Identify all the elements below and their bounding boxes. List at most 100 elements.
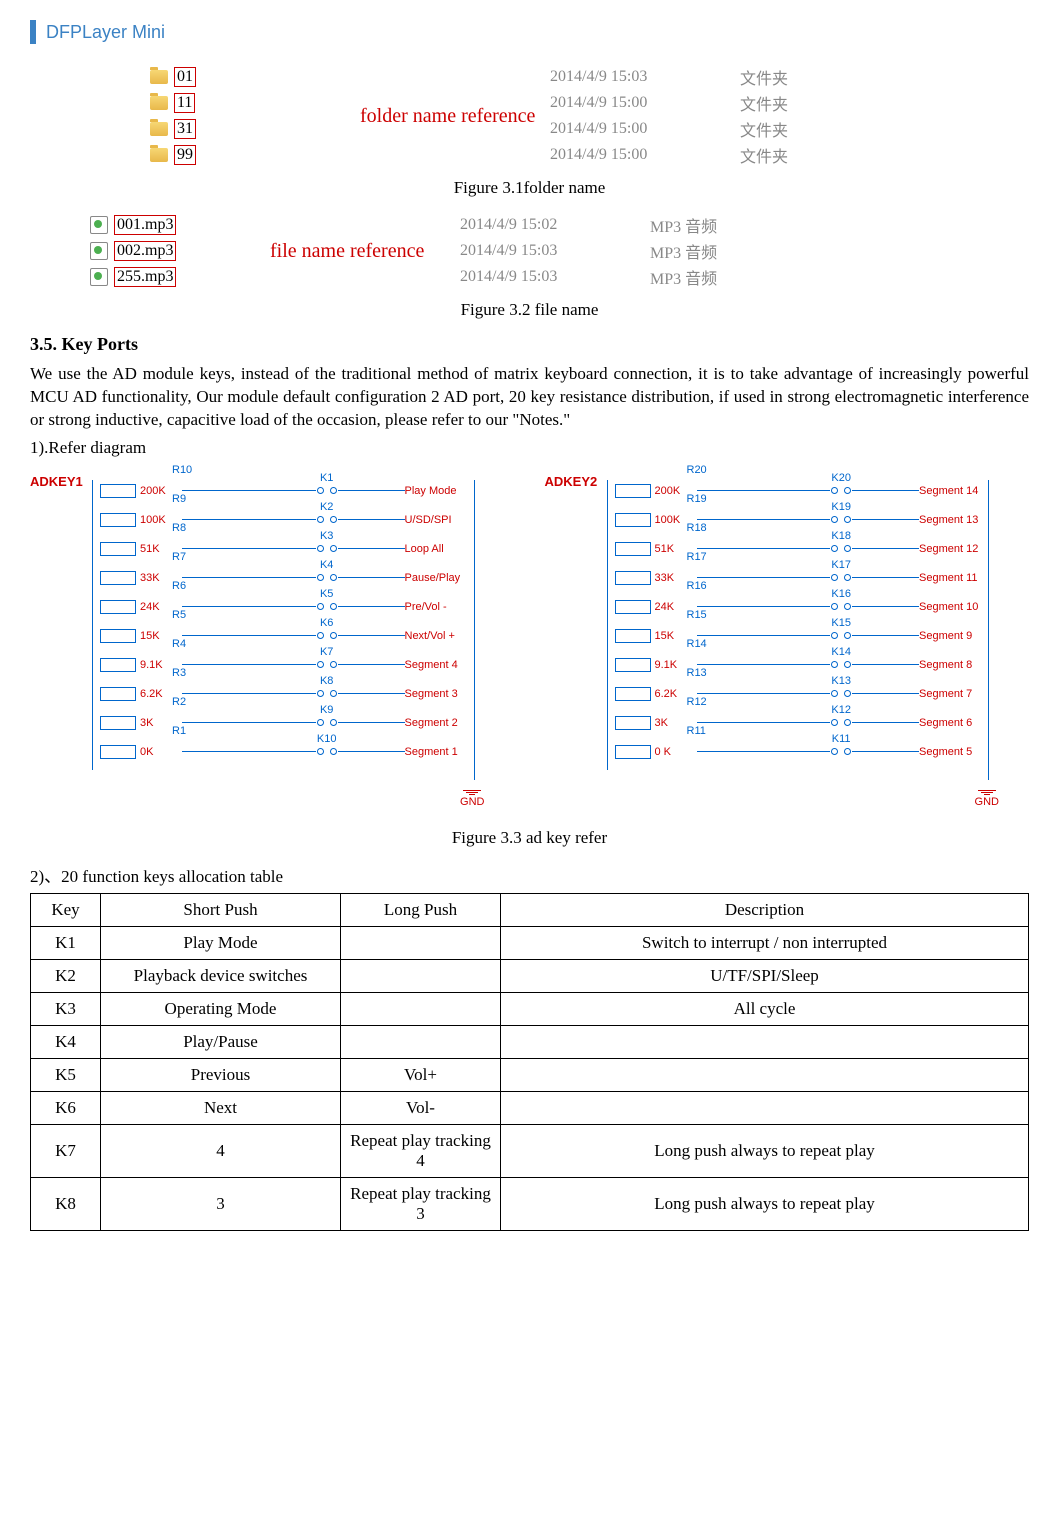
function-label: Segment 5 — [919, 746, 1009, 758]
resistor-value: 0K — [140, 746, 182, 758]
switch-label: K12 — [831, 704, 851, 716]
table-row: K74Repeat play tracking 4Long push alway… — [31, 1124, 1029, 1177]
function-label: Segment 1 — [405, 746, 495, 758]
folder-name: 31 — [174, 119, 196, 139]
file-date: 2014/4/9 15:03 — [460, 268, 640, 286]
wire — [852, 577, 919, 578]
folder-icon — [150, 148, 168, 162]
resistor-label: R18 — [687, 522, 707, 534]
node-icon — [330, 748, 337, 755]
function-label: Segment 6 — [919, 717, 1009, 729]
table-cell: Long push always to repeat play — [501, 1124, 1029, 1177]
table-cell: Playback device switches — [101, 959, 341, 992]
function-label: Segment 2 — [405, 717, 495, 729]
function-label: Pause/Play — [405, 572, 495, 584]
diagram-adkey1: ADKEY1 GND R10 200K K1 Play Mode — [30, 468, 515, 808]
table-cell: U/TF/SPI/Sleep — [501, 959, 1029, 992]
folder-date: 2014/4/9 15:03 — [550, 68, 730, 86]
wire — [182, 751, 316, 752]
table-cell: Repeat play tracking 3 — [341, 1177, 501, 1230]
wire — [852, 751, 919, 752]
circuit-row: R8 51K K3 Loop All — [100, 534, 495, 564]
resistor-label: R1 — [172, 725, 186, 737]
resistor-icon — [100, 745, 136, 759]
table-row: K5PreviousVol+ — [31, 1058, 1029, 1091]
switch-label: K4 — [320, 559, 333, 571]
wire — [182, 490, 316, 491]
ground-symbol: GND — [460, 789, 484, 808]
header-accent-bar — [30, 20, 36, 44]
wire — [338, 577, 405, 578]
resistor-label: R8 — [172, 522, 186, 534]
folder-icon — [150, 96, 168, 110]
mp3-icon — [90, 242, 108, 260]
node-icon — [831, 690, 838, 697]
node-icon — [330, 545, 337, 552]
file-name: 001.mp3 — [114, 215, 176, 235]
wire — [852, 519, 919, 520]
function-label: Segment 13 — [919, 514, 1009, 526]
wire — [338, 635, 405, 636]
circuit-row: R5 15K K6 Next/Vol + — [100, 621, 495, 651]
table-cell: All cycle — [501, 992, 1029, 1025]
wire — [182, 548, 316, 549]
node-icon — [317, 690, 324, 697]
figure-caption: Figure 3.2 file name — [30, 300, 1029, 320]
table-cell — [341, 992, 501, 1025]
node-icon — [831, 748, 838, 755]
node-icon — [330, 661, 337, 668]
resistor-icon — [100, 542, 136, 556]
function-label: Next/Vol + — [405, 630, 495, 642]
wire — [182, 577, 316, 578]
node-icon — [844, 603, 851, 610]
table-cell: Play/Pause — [101, 1025, 341, 1058]
resistor-label: R6 — [172, 580, 186, 592]
table-cell: K2 — [31, 959, 101, 992]
wire — [697, 490, 831, 491]
table-cell: K5 — [31, 1058, 101, 1091]
circuit-row: R6 24K K5 Pre/Vol - — [100, 592, 495, 622]
table-cell — [341, 1025, 501, 1058]
subheading: 1).Refer diagram — [30, 438, 1029, 458]
folder-name: 11 — [174, 93, 195, 113]
function-label: Segment 7 — [919, 688, 1009, 700]
table-cell: K4 — [31, 1025, 101, 1058]
circuit-row: R14 9.1K K14 Segment 8 — [615, 650, 1010, 680]
node-icon — [844, 719, 851, 726]
resistor-label: R17 — [687, 551, 707, 563]
table-row: K3Operating ModeAll cycle — [31, 992, 1029, 1025]
circuit-row: R10 200K K1 Play Mode — [100, 476, 495, 506]
circuit-row: R15 15K K15 Segment 9 — [615, 621, 1010, 651]
resistor-label: R19 — [687, 493, 707, 505]
wire — [697, 577, 831, 578]
wire — [852, 693, 919, 694]
node-icon — [831, 719, 838, 726]
node-icon — [317, 632, 324, 639]
resistor-icon — [615, 745, 651, 759]
function-label: Loop All — [405, 543, 495, 555]
table-row: K4Play/Pause — [31, 1025, 1029, 1058]
resistor-icon — [100, 629, 136, 643]
table-cell: Repeat play tracking 4 — [341, 1124, 501, 1177]
table-cell: 4 — [101, 1124, 341, 1177]
resistor-icon — [615, 687, 651, 701]
wire — [852, 722, 919, 723]
table-cell: Next — [101, 1091, 341, 1124]
node-icon — [330, 719, 337, 726]
table-cell: Previous — [101, 1058, 341, 1091]
wire — [182, 519, 316, 520]
table-cell — [501, 1091, 1029, 1124]
node-icon — [844, 516, 851, 523]
wire — [338, 548, 405, 549]
folder-type: 文件夹 — [740, 143, 860, 167]
file-date: 2014/4/9 15:03 — [460, 242, 640, 260]
th-key: Key — [31, 893, 101, 926]
circuit-row: R19 100K K19 Segment 13 — [615, 505, 1010, 535]
switch-label: K14 — [831, 646, 851, 658]
wire — [697, 751, 831, 752]
node-icon — [330, 690, 337, 697]
wire — [697, 693, 831, 694]
function-label: Play Mode — [405, 485, 495, 497]
section-heading: 3.5. Key Ports — [30, 334, 1029, 355]
resistor-icon — [615, 571, 651, 585]
